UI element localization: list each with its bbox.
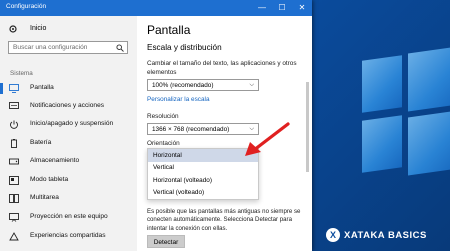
sidebar-item-label: Pantalla [30, 84, 54, 91]
detect-note: Es posible que las pantallas más antigua… [147, 208, 301, 232]
minimize-button[interactable]: — [252, 0, 272, 16]
sidebar-item-modo-tableta[interactable]: Modo tableta [0, 172, 137, 189]
sidebar-item-inicio-apagado[interactable]: Inicio/apagado y suspensión [0, 116, 137, 133]
orientation-option-vertical-flipped[interactable]: Vertical (volteado) [148, 187, 258, 200]
power-icon [10, 120, 18, 129]
detect-button-label: Detectar [153, 238, 179, 246]
chevron-down-icon: ⌵ [249, 82, 254, 88]
sidebar-item-pantalla[interactable]: Pantalla [0, 80, 137, 97]
orientation-option-vertical[interactable]: Vertical [148, 162, 258, 175]
orientation-label: Orientación [147, 140, 180, 147]
resolution-value: 1366 × 768 (recomendado) [152, 126, 230, 133]
sidebar-item-label: Notificaciones y acciones [30, 102, 105, 109]
active-indicator [0, 83, 3, 94]
home-nav-item[interactable]: Inicio [8, 24, 128, 36]
sidebar-item-label: Experiencias compartidas [30, 232, 106, 239]
option-label: Horizontal [153, 151, 182, 159]
close-button[interactable]: ✕ [292, 0, 312, 16]
battery-icon [11, 139, 17, 148]
scrollbar[interactable] [306, 82, 309, 172]
sidebar-item-proyeccion[interactable]: Proyección en este equipo [0, 209, 137, 226]
option-label: Vertical (volteado) [153, 189, 205, 196]
sidebar-item-experiencias[interactable]: Experiencias compartidas [0, 228, 137, 245]
search-icon[interactable] [116, 44, 124, 52]
red-arrow-annotation [245, 122, 290, 156]
detect-button[interactable]: Detectar [147, 235, 185, 248]
scale-description: Cambiar el tamaño del texto, las aplicac… [147, 60, 297, 76]
sidebar-item-label: Batería [30, 139, 52, 146]
option-label: Horizontal (volteado) [153, 176, 212, 184]
shared-experiences-icon [9, 232, 19, 241]
sidebar-item-almacenamiento[interactable]: Almacenamiento [0, 153, 137, 170]
sidebar-item-label: Almacenamiento [30, 157, 80, 164]
watermark-badge: X [326, 228, 340, 242]
multitasking-icon [9, 194, 19, 203]
window-title: Configuración [6, 3, 47, 10]
notifications-icon [9, 102, 19, 109]
section-heading: Sistema [10, 70, 33, 77]
sidebar-item-label: Multitarea [30, 194, 59, 201]
watermark-text: XATAKA BASICS [344, 230, 427, 241]
sidebar-item-label: Proyección en este equipo [30, 213, 108, 220]
resolution-label: Resolución [147, 113, 179, 120]
sidebar-item-label: Modo tableta [30, 176, 69, 183]
sidebar-item-multitarea[interactable]: Multitarea [0, 190, 137, 207]
sidebar-item-bateria[interactable]: Batería [0, 135, 137, 152]
windows-logo-wallpaper [332, 40, 450, 200]
sidebar-item-notificaciones[interactable]: Notificaciones y acciones [0, 98, 137, 115]
scale-select[interactable]: 100% (recomendado) ⌵ [147, 79, 259, 91]
display-icon [9, 84, 19, 93]
home-label: Inicio [30, 25, 47, 32]
page-title: Pantalla [147, 23, 191, 37]
section-title: Escala y distribución [147, 43, 222, 52]
sidebar: Inicio Buscar una configuración Sistema … [0, 16, 137, 251]
scale-value: 100% (recomendado) [152, 82, 214, 89]
search-input[interactable]: Buscar una configuración [8, 41, 128, 54]
title-bar: Configuración — ☐ ✕ [0, 0, 312, 16]
watermark: X XATAKA BASICS [326, 226, 448, 246]
custom-scale-link[interactable]: Personalizar la escala [147, 96, 210, 103]
search-placeholder: Buscar una configuración [13, 44, 88, 51]
gear-icon [9, 25, 17, 33]
storage-icon [9, 158, 19, 165]
tablet-mode-icon [9, 176, 19, 185]
maximize-button[interactable]: ☐ [272, 0, 292, 16]
projection-icon [9, 213, 19, 222]
sidebar-item-label: Inicio/apagado y suspensión [30, 120, 114, 127]
watermark-badge-letter: X [329, 230, 336, 240]
orientation-option-horizontal-flipped[interactable]: Horizontal (volteado) [148, 174, 258, 187]
option-label: Vertical [153, 164, 174, 171]
